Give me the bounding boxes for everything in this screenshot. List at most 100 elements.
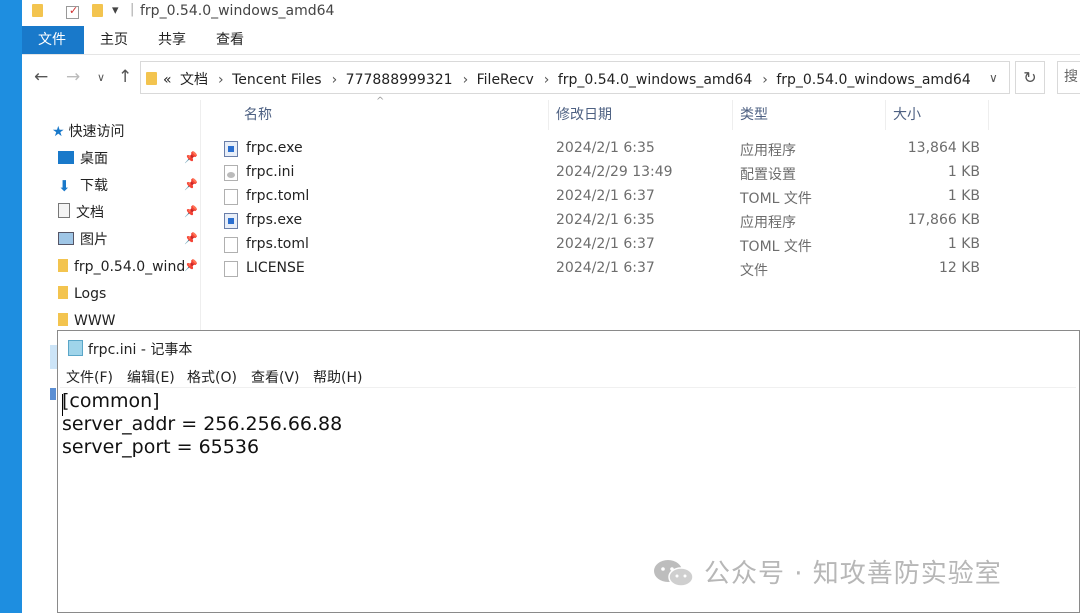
file-size: 13,864 KB: [907, 140, 980, 156]
address-bar[interactable]: « 文档 › Tencent Files › 777888999321 › FileR…: [140, 61, 1010, 94]
file-type: 配置设置: [740, 167, 796, 183]
sidebar-item-downloads[interactable]: ⬇ 下载: [58, 174, 108, 198]
wechat-icon: [654, 560, 694, 587]
folder-icon: [58, 286, 68, 299]
desktop-icon: [58, 151, 74, 164]
file-icon: [224, 189, 238, 205]
watermark: 公众号 · 知攻善防实验室: [652, 553, 1002, 590]
file-date: 2024/2/1 6:37: [556, 236, 655, 252]
title-separator: |: [130, 2, 135, 17]
sidebar-item-frp-folder[interactable]: frp_0.54.0_wind: [58, 255, 185, 279]
file-name: frpc.ini: [246, 164, 295, 180]
properties-checkbox-icon[interactable]: ✓: [66, 4, 79, 19]
breadcrumb-item[interactable]: FileRecv: [477, 72, 534, 88]
sidebar-item-pictures[interactable]: 图片: [58, 228, 108, 252]
file-type: TOML 文件: [740, 191, 812, 207]
breadcrumb-item[interactable]: frp_0.54.0_windows_amd64: [558, 72, 752, 88]
network-icon: [50, 388, 56, 400]
quick-access-header[interactable]: ★ 快速访问: [52, 120, 125, 144]
document-icon: [58, 203, 70, 218]
pin-icon[interactable]: 📌: [184, 205, 198, 218]
new-folder-icon[interactable]: [92, 4, 103, 21]
sidebar-item-logs[interactable]: Logs: [58, 282, 106, 306]
menu-format[interactable]: 格式(O): [187, 367, 237, 387]
tab-share[interactable]: 共享: [142, 26, 202, 54]
pin-icon[interactable]: 📌: [184, 259, 198, 272]
picture-icon: [58, 232, 74, 245]
pin-icon[interactable]: 📌: [184, 232, 198, 245]
table-row[interactable]: LICENSE 2024/2/1 6:37 文件 12 KB: [220, 257, 1080, 281]
file-type: 应用程序: [740, 143, 796, 159]
file-date: 2024/2/1 6:35: [556, 212, 655, 228]
menu-edit[interactable]: 编辑(E): [127, 367, 175, 387]
desktop-background: [0, 0, 22, 613]
watermark-text: 公众号 · 知攻善防实验室: [704, 559, 1002, 589]
exe-file-icon: [224, 141, 238, 157]
title-bar: ✓ ▾ | frp_0.54.0_windows_amd64: [22, 0, 1080, 26]
breadcrumb-item[interactable]: 文档: [180, 72, 208, 88]
address-dropdown-icon[interactable]: ∨: [989, 71, 998, 85]
file-size: 1 KB: [947, 188, 980, 204]
back-arrow-icon[interactable]: ←: [34, 67, 48, 87]
pin-icon[interactable]: 📌: [184, 178, 198, 191]
column-header-size[interactable]: 大小: [893, 104, 921, 124]
recent-locations-icon[interactable]: ∨: [97, 71, 105, 84]
file-icon: [224, 261, 238, 277]
pin-icon[interactable]: 📌: [184, 151, 198, 164]
exe-file-icon: [224, 213, 238, 229]
menu-view[interactable]: 查看(V): [251, 367, 300, 387]
forward-arrow-icon[interactable]: →: [66, 67, 80, 87]
file-size: 12 KB: [938, 260, 980, 276]
notepad-icon: [68, 340, 83, 356]
breadcrumb-item[interactable]: 777888999321: [346, 72, 453, 88]
text-line: server_port = 65536: [62, 436, 260, 458]
search-input[interactable]: 搜: [1057, 61, 1080, 94]
file-size: 1 KB: [947, 164, 980, 180]
sort-indicator-icon: ^: [376, 96, 385, 107]
breadcrumb-overflow[interactable]: «: [163, 72, 172, 88]
tab-view[interactable]: 查看: [200, 26, 260, 54]
breadcrumb-item[interactable]: Tencent Files: [232, 72, 322, 88]
table-row[interactable]: frpc.exe 2024/2/1 6:35 应用程序 13,864 KB: [220, 137, 1080, 161]
ini-file-icon: [224, 165, 238, 181]
file-list: ^ 名称 修改日期 类型 大小 frpc.exe 2024/2/1 6:35 应…: [220, 96, 1080, 340]
tab-file[interactable]: 文件: [22, 26, 84, 54]
file-icon: [224, 237, 238, 253]
breadcrumb: « 文档 › Tencent Files › 777888999321 › FileR…: [163, 72, 971, 88]
file-date: 2024/2/1 6:35: [556, 140, 655, 156]
column-header-date[interactable]: 修改日期: [556, 104, 612, 124]
file-date: 2024/2/1 6:37: [556, 260, 655, 276]
window-title: frp_0.54.0_windows_amd64: [140, 3, 335, 19]
column-divider[interactable]: [732, 100, 733, 130]
sidebar-item-desktop[interactable]: 桌面: [58, 147, 108, 171]
folder-icon: [32, 4, 43, 21]
quick-access-dropdown-icon[interactable]: ▾: [112, 3, 119, 18]
up-arrow-icon[interactable]: ↑: [118, 67, 132, 87]
ribbon-tabs: 文件 主页 共享 查看: [22, 26, 1080, 55]
sidebar-item-documents[interactable]: 文档: [58, 201, 104, 225]
table-row[interactable]: frps.exe 2024/2/1 6:35 应用程序 17,866 KB: [220, 209, 1080, 233]
tab-home[interactable]: 主页: [84, 26, 144, 54]
file-name: frps.exe: [246, 212, 303, 228]
breadcrumb-item[interactable]: frp_0.54.0_windows_amd64: [776, 72, 970, 88]
table-row[interactable]: frpc.ini 2024/2/29 13:49 配置设置 1 KB: [220, 161, 1080, 185]
text-line: [common]: [62, 390, 160, 412]
star-icon: ★: [52, 124, 65, 140]
file-name: frpc.toml: [246, 188, 310, 204]
refresh-button[interactable]: ↻: [1015, 61, 1045, 94]
column-header-type[interactable]: 类型: [740, 104, 768, 124]
table-row[interactable]: frps.toml 2024/2/1 6:37 TOML 文件 1 KB: [220, 233, 1080, 257]
column-divider[interactable]: [885, 100, 886, 130]
folder-icon: [58, 259, 68, 272]
file-type: TOML 文件: [740, 239, 812, 255]
download-icon: ⬇: [58, 177, 71, 195]
menu-file[interactable]: 文件(F): [66, 367, 113, 387]
column-divider[interactable]: [548, 100, 549, 130]
menu-help[interactable]: 帮助(H): [313, 367, 362, 387]
column-divider[interactable]: [988, 100, 989, 130]
file-name: LICENSE: [246, 260, 305, 276]
table-row[interactable]: frpc.toml 2024/2/1 6:37 TOML 文件 1 KB: [220, 185, 1080, 209]
folder-icon: [58, 313, 68, 326]
column-header-name[interactable]: 名称: [244, 104, 272, 124]
file-name: frpc.exe: [246, 140, 303, 156]
